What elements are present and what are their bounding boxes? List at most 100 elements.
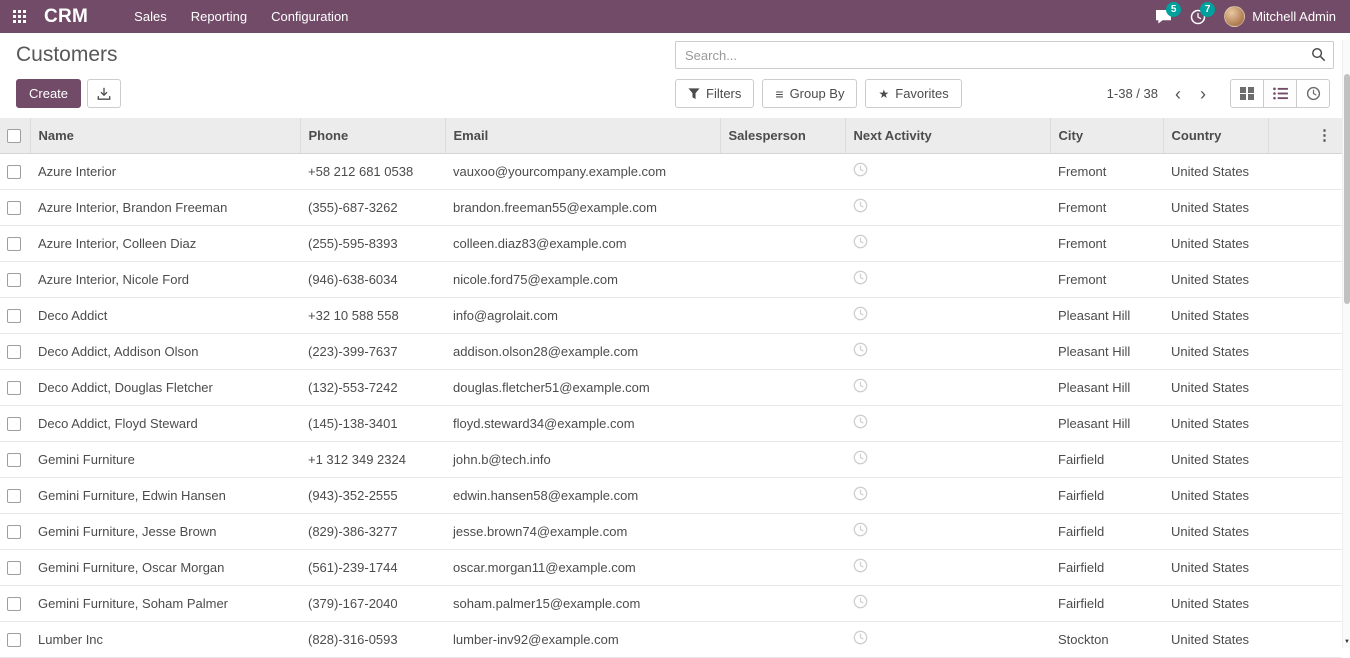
row-checkbox[interactable] (7, 525, 21, 539)
cell-next-activity[interactable] (845, 189, 1050, 225)
cell-salesperson[interactable] (720, 621, 845, 657)
row-checkbox[interactable] (7, 453, 21, 467)
row-select-cell[interactable] (0, 225, 30, 261)
cell-city[interactable]: Fairfield (1050, 513, 1163, 549)
cell-salesperson[interactable] (720, 297, 845, 333)
app-brand[interactable]: CRM (44, 6, 88, 28)
cell-next-activity[interactable] (845, 369, 1050, 405)
table-row[interactable]: Azure Interior, Colleen Diaz(255)-595-83… (0, 225, 1342, 261)
row-select-cell[interactable] (0, 477, 30, 513)
cell-salesperson[interactable] (720, 405, 845, 441)
cell-city[interactable]: Stockton (1050, 621, 1163, 657)
menu-configuration[interactable]: Configuration (271, 9, 348, 24)
cell-salesperson[interactable] (720, 549, 845, 585)
cell-country[interactable]: United States (1163, 621, 1268, 657)
cell-city[interactable]: Fairfield (1050, 441, 1163, 477)
cell-country[interactable]: United States (1163, 333, 1268, 369)
row-checkbox[interactable] (7, 561, 21, 575)
table-row[interactable]: Gemini Furniture, Oscar Morgan(561)-239-… (0, 549, 1342, 585)
cell-salesperson[interactable] (720, 477, 845, 513)
table-row[interactable]: Gemini Furniture, Edwin Hansen(943)-352-… (0, 477, 1342, 513)
cell-phone[interactable]: +32 10 588 558 (300, 297, 445, 333)
cell-phone[interactable]: (132)-553-7242 (300, 369, 445, 405)
cell-email[interactable]: vauxoo@yourcompany.example.com (445, 153, 720, 189)
next-activity-clock-icon[interactable] (853, 162, 868, 177)
row-select-cell[interactable] (0, 549, 30, 585)
next-activity-clock-icon[interactable] (853, 558, 868, 573)
table-row[interactable]: Gemini Furniture, Soham Palmer(379)-167-… (0, 585, 1342, 621)
cell-country[interactable]: United States (1163, 513, 1268, 549)
cell-name[interactable]: Azure Interior, Brandon Freeman (30, 189, 300, 225)
cell-email[interactable]: douglas.fletcher51@example.com (445, 369, 720, 405)
cell-country[interactable]: United States (1163, 585, 1268, 621)
next-activity-clock-icon[interactable] (853, 306, 868, 321)
cell-salesperson[interactable] (720, 585, 845, 621)
cell-name[interactable]: Azure Interior, Nicole Ford (30, 261, 300, 297)
column-header-email[interactable]: Email (445, 118, 720, 153)
row-checkbox[interactable] (7, 597, 21, 611)
table-row[interactable]: Gemini Furniture+1 312 349 2324john.b@te… (0, 441, 1342, 477)
cell-email[interactable]: john.b@tech.info (445, 441, 720, 477)
row-select-cell[interactable] (0, 405, 30, 441)
pager-next-button[interactable]: › (1198, 87, 1208, 101)
list-view-button[interactable] (1263, 79, 1297, 108)
column-header-salesperson[interactable]: Salesperson (720, 118, 845, 153)
row-select-cell[interactable] (0, 153, 30, 189)
cell-salesperson[interactable] (720, 513, 845, 549)
table-row[interactable]: Lumber Inc(828)-316-0593lumber-inv92@exa… (0, 621, 1342, 657)
group-by-button[interactable]: ≡ Group By (762, 79, 857, 108)
cell-next-activity[interactable] (845, 477, 1050, 513)
cell-city[interactable]: Fremont (1050, 261, 1163, 297)
cell-name[interactable]: Gemini Furniture (30, 441, 300, 477)
cell-phone[interactable]: (145)-138-3401 (300, 405, 445, 441)
cell-email[interactable]: soham.palmer15@example.com (445, 585, 720, 621)
cell-next-activity[interactable] (845, 225, 1050, 261)
row-select-cell[interactable] (0, 369, 30, 405)
table-row[interactable]: Azure Interior+58 212 681 0538vauxoo@you… (0, 153, 1342, 189)
row-select-cell[interactable] (0, 441, 30, 477)
cell-phone[interactable]: (561)-239-1744 (300, 549, 445, 585)
cell-city[interactable]: Fairfield (1050, 477, 1163, 513)
next-activity-clock-icon[interactable] (853, 630, 868, 645)
row-checkbox[interactable] (7, 633, 21, 647)
cell-city[interactable]: Fremont (1050, 225, 1163, 261)
search-input[interactable] (675, 41, 1334, 69)
vertical-scrollbar[interactable]: ▼ (1342, 40, 1350, 648)
next-activity-clock-icon[interactable] (853, 270, 868, 285)
menu-reporting[interactable]: Reporting (191, 9, 247, 24)
cell-city[interactable]: Pleasant Hill (1050, 333, 1163, 369)
cell-next-activity[interactable] (845, 549, 1050, 585)
table-row[interactable]: Gemini Furniture, Jesse Brown(829)-386-3… (0, 513, 1342, 549)
cell-country[interactable]: United States (1163, 189, 1268, 225)
cell-email[interactable]: floyd.steward34@example.com (445, 405, 720, 441)
cell-city[interactable]: Pleasant Hill (1050, 297, 1163, 333)
filters-button[interactable]: Filters (675, 79, 754, 108)
cell-name[interactable]: Azure Interior, Colleen Diaz (30, 225, 300, 261)
cell-phone[interactable]: +1 312 349 2324 (300, 441, 445, 477)
next-activity-clock-icon[interactable] (853, 486, 868, 501)
row-select-cell[interactable] (0, 261, 30, 297)
cell-next-activity[interactable] (845, 297, 1050, 333)
cell-name[interactable]: Azure Interior (30, 153, 300, 189)
row-checkbox[interactable] (7, 489, 21, 503)
cell-next-activity[interactable] (845, 153, 1050, 189)
create-button[interactable]: Create (16, 79, 81, 108)
row-checkbox[interactable] (7, 417, 21, 431)
row-select-cell[interactable] (0, 297, 30, 333)
cell-city[interactable]: Pleasant Hill (1050, 369, 1163, 405)
cell-salesperson[interactable] (720, 369, 845, 405)
row-checkbox[interactable] (7, 237, 21, 251)
cell-country[interactable]: United States (1163, 225, 1268, 261)
cell-name[interactable]: Deco Addict, Douglas Fletcher (30, 369, 300, 405)
row-checkbox[interactable] (7, 381, 21, 395)
cell-country[interactable]: United States (1163, 297, 1268, 333)
cell-phone[interactable]: (828)-316-0593 (300, 621, 445, 657)
optional-columns-toggle[interactable]: ⋮ (1268, 118, 1342, 153)
column-header-city[interactable]: City (1050, 118, 1163, 153)
cell-email[interactable]: nicole.ford75@example.com (445, 261, 720, 297)
table-row[interactable]: Deco Addict+32 10 588 558info@agrolait.c… (0, 297, 1342, 333)
cell-next-activity[interactable] (845, 261, 1050, 297)
cell-country[interactable]: United States (1163, 405, 1268, 441)
cell-email[interactable]: lumber-inv92@example.com (445, 621, 720, 657)
activity-view-button[interactable] (1296, 79, 1330, 108)
